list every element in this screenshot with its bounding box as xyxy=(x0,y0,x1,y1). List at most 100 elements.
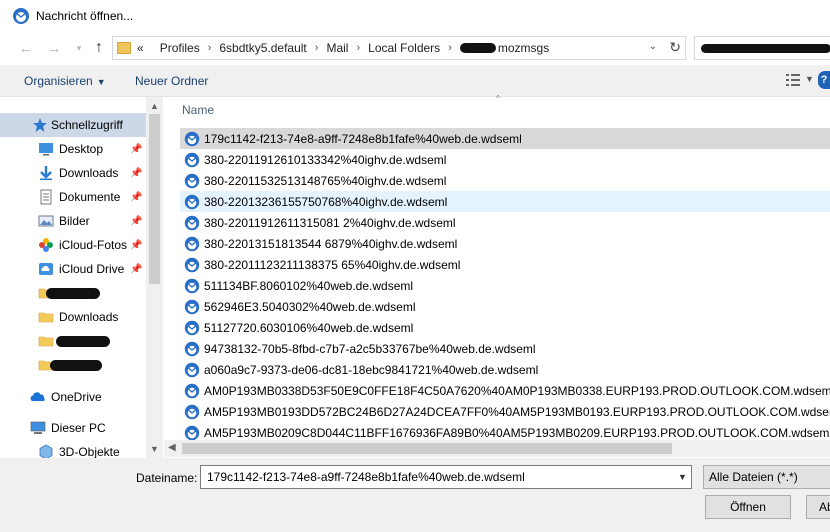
breadcrumb-current-folder[interactable]: mozmsgs xyxy=(498,41,549,55)
breadcrumb-overflow[interactable]: « xyxy=(137,41,144,55)
file-row[interactable]: 380-22011123211138375 65%40ighv.de.wdsem… xyxy=(180,254,830,275)
nav-item-this-pc[interactable]: Dieser PC xyxy=(0,416,146,440)
file-row[interactable]: 562946E3.5040302%40web.de.wdseml xyxy=(180,296,830,317)
search-input[interactable] xyxy=(694,36,830,60)
file-name: a060a9c7-9373-de06-dc81-18ebc9841721%40w… xyxy=(204,362,539,377)
thunderbird-message-icon xyxy=(184,383,200,398)
thunderbird-message-icon xyxy=(184,362,200,377)
pin-icon[interactable]: 📌 xyxy=(130,144,142,155)
organize-button[interactable]: Organisieren ▼ xyxy=(24,74,106,88)
redacted-scribble xyxy=(701,44,830,53)
filename-field[interactable] xyxy=(200,465,692,489)
file-row[interactable]: 380-22013236155750768%40ighv.de.wdseml xyxy=(180,191,830,212)
redacted-scribble xyxy=(56,336,110,347)
file-row[interactable]: AM5P193MB0193DD572BC24B6D27A24DCEA7FF0%4… xyxy=(180,401,830,422)
file-row[interactable]: 179c1142-f213-74e8-a9ff-7248e8b1fafe%40w… xyxy=(180,128,830,149)
new-folder-button[interactable]: Neuer Ordner xyxy=(135,74,208,88)
recent-locations-chevron-icon[interactable]: ▾ xyxy=(70,39,88,57)
nav-item-folder[interactable] xyxy=(0,329,146,353)
nav-item-downloads[interactable]: Downloads 📌 xyxy=(0,161,146,185)
open-button[interactable]: Öffnen xyxy=(705,495,791,519)
file-row[interactable]: 511134BF.8060102%40web.de.wdseml xyxy=(180,275,830,296)
scroll-up-icon[interactable]: ▲ xyxy=(150,101,159,111)
filename-history-chevron-icon[interactable]: ▼ xyxy=(678,472,687,482)
file-row[interactable]: 380-22011912610133342%40ighv.de.wdseml xyxy=(180,149,830,170)
nav-vertical-scrollbar[interactable]: ▲ ▼ xyxy=(146,97,163,458)
cancel-button[interactable]: Ab xyxy=(806,495,830,519)
nav-item-folder[interactable] xyxy=(0,353,146,377)
star-icon xyxy=(33,118,47,132)
file-name: 562946E3.5040302%40web.de.wdseml xyxy=(204,299,416,314)
file-row[interactable]: 380-22013151813544 6879%40ighv.de.wdseml xyxy=(180,233,830,254)
thunderbird-message-icon xyxy=(184,194,200,209)
breadcrumb-profiles[interactable]: Profiles xyxy=(160,41,200,55)
pc-icon xyxy=(30,421,46,434)
file-row[interactable]: 380-22011912611315081 2%40ighv.de.wdseml xyxy=(180,212,830,233)
file-row[interactable]: 51127720.6030106%40web.de.wdseml xyxy=(180,317,830,338)
back-arrow-icon[interactable]: ← xyxy=(17,39,35,57)
file-row[interactable]: 380-22011532513148765%40ighv.de.wdseml xyxy=(180,170,830,191)
pin-icon[interactable]: 📌 xyxy=(130,168,142,179)
breadcrumb-separator-icon[interactable]: › xyxy=(448,42,452,54)
nav-item-onedrive[interactable]: OneDrive xyxy=(0,385,146,409)
nav-item-icloud-photos[interactable]: iCloud-Fotos 📌 xyxy=(0,233,146,257)
thunderbird-message-icon xyxy=(184,425,200,440)
forward-arrow-icon[interactable]: → xyxy=(45,39,63,57)
pin-icon[interactable]: 📌 xyxy=(130,264,142,275)
breadcrumb-separator-icon[interactable]: › xyxy=(356,42,360,54)
horizontal-scrollbar[interactable]: ◀ xyxy=(164,440,830,457)
nav-item-desktop[interactable]: Desktop 📌 xyxy=(0,137,146,161)
file-name: AM5P193MB0193DD572BC24B6D27A24DCEA7FF0%4… xyxy=(204,404,830,419)
scroll-down-icon[interactable]: ▼ xyxy=(150,444,159,454)
column-header-name[interactable]: Name xyxy=(182,103,214,117)
filename-label: Dateiname: xyxy=(136,471,198,485)
pictures-icon xyxy=(38,215,54,227)
download-icon xyxy=(40,166,52,180)
nav-item-documents[interactable]: Dokumente 📌 xyxy=(0,185,146,209)
address-bar[interactable]: « Profiles › 6sbdtky5.default › Mail › L… xyxy=(112,36,686,60)
help-icon[interactable]: ? xyxy=(818,71,830,89)
thunderbird-message-icon xyxy=(184,341,200,356)
file-list: ^ Name 179c1142-f213-74e8-a9ff-7248e8b1f… xyxy=(164,94,830,458)
pin-icon[interactable]: 📌 xyxy=(130,240,142,251)
file-name: 51127720.6030106%40web.de.wdseml xyxy=(204,320,414,335)
nav-item-folder[interactable] xyxy=(0,281,146,305)
document-icon xyxy=(40,189,52,205)
file-name: 380-22011532513148765%40ighv.de.wdseml xyxy=(204,173,447,188)
pin-icon[interactable]: 📌 xyxy=(130,216,142,227)
scroll-left-icon[interactable]: ◀ xyxy=(168,442,176,453)
view-options-icon[interactable] xyxy=(786,74,800,86)
file-row[interactable]: 94738132-70b5-8fbd-c7b7-a2c5b33767be%40w… xyxy=(180,338,830,359)
breadcrumb: « Profiles › 6sbdtky5.default › Mail › L… xyxy=(137,41,549,55)
filetype-select[interactable]: Alle Dateien (*.*) xyxy=(703,465,830,489)
nav-item-icloud-drive[interactable]: iCloud Drive 📌 xyxy=(0,257,146,281)
dialog-footer: Dateiname: ▼ Alle Dateien (*.*) Öffnen A… xyxy=(0,458,830,532)
view-options-chevron-icon[interactable]: ▼ xyxy=(805,74,814,84)
file-name: 380-22011912611315081 2%40ighv.de.wdseml xyxy=(204,215,456,230)
icloud-photos-icon xyxy=(39,238,53,252)
breadcrumb-local-folders[interactable]: Local Folders xyxy=(368,41,440,55)
redacted-scribble xyxy=(46,288,100,299)
toolbar: Organisieren ▼ Neuer Ordner ▼ ? xyxy=(0,65,830,97)
chevron-down-icon[interactable]: ⌄ xyxy=(649,41,657,52)
desktop-icon xyxy=(39,143,53,156)
file-name: 380-22011912610133342%40ighv.de.wdseml xyxy=(204,152,447,167)
refresh-icon[interactable]: ↻ xyxy=(669,39,681,56)
nav-item-downloads-folder[interactable]: Downloads xyxy=(0,305,146,329)
breadcrumb-separator-icon[interactable]: › xyxy=(208,42,212,54)
icloud-drive-icon xyxy=(39,263,53,275)
file-row[interactable]: a060a9c7-9373-de06-dc81-18ebc9841721%40w… xyxy=(180,359,830,380)
scrollbar-thumb[interactable] xyxy=(149,114,160,284)
file-name: 380-22013236155750768%40ighv.de.wdseml xyxy=(204,194,448,209)
nav-item-pictures[interactable]: Bilder 📌 xyxy=(0,209,146,233)
file-name: AM0P193MB0338D53F50E9C0FFE18F4C50A7620%4… xyxy=(204,383,830,398)
breadcrumb-separator-icon[interactable]: › xyxy=(315,42,319,54)
breadcrumb-mail[interactable]: Mail xyxy=(326,41,348,55)
up-arrow-icon[interactable]: ↑ xyxy=(90,39,108,57)
scrollbar-thumb[interactable] xyxy=(182,443,672,454)
file-row[interactable]: AM0P193MB0338D53F50E9C0FFE18F4C50A7620%4… xyxy=(180,380,830,401)
breadcrumb-profile-folder[interactable]: 6sbdtky5.default xyxy=(219,41,306,55)
nav-item-quick-access[interactable]: Schnellzugriff xyxy=(0,113,146,137)
pin-icon[interactable]: 📌 xyxy=(130,192,142,203)
thunderbird-icon xyxy=(13,7,29,24)
